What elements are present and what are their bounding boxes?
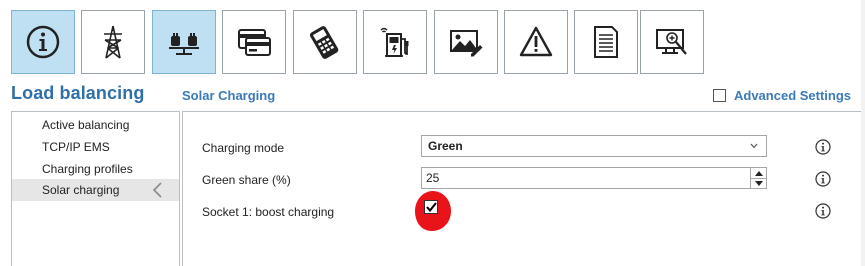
chevron-down-icon [750,143,758,149]
annotation-highlight [411,188,455,234]
diagnostics-icon [656,29,687,55]
display-image-button[interactable] [434,10,498,74]
logs-button[interactable] [574,10,638,74]
info-icon[interactable] [815,203,831,219]
sidebar-item-charging-profiles[interactable]: Charging profiles [12,158,179,180]
sidebar-item-active-balancing[interactable]: Active balancing [12,114,179,136]
advanced-settings-label: Advanced Settings [734,88,852,103]
charging-mode-value: Green [428,139,463,153]
power-pylon-icon [104,25,122,59]
card-reader-icon [238,29,271,56]
section-title: Load balancing [11,83,145,103]
charging-mode-select[interactable]: Green [421,135,767,157]
caret-up-icon [754,170,763,176]
advanced-settings-toggle[interactable]: Advanced Settings [713,88,851,103]
settings-panel: Charging mode Green Green share (%) 25 S… [182,111,864,266]
green-share-value: 25 [426,171,440,185]
charging-mode-label: Charging mode [202,141,285,155]
stepper-up-button[interactable] [751,168,766,178]
chevron-left-icon [152,182,162,198]
document-icon [594,26,618,58]
power-grid-button[interactable] [81,10,145,74]
sidebar-item-label: Active balancing [42,118,130,132]
page-title: Solar Charging [182,88,276,103]
boost-charging-checkbox[interactable] [424,200,438,214]
sidebar-item-label: Charging profiles [42,162,133,176]
checkmark-icon [425,202,437,212]
caret-down-icon [754,181,763,186]
charging-station-icon [380,27,409,57]
diagnostics-button[interactable] [640,10,704,74]
sidebar-item-label: Solar charging [42,183,120,197]
sidebar-item-label: TCP/IP EMS [42,140,110,154]
warnings-button[interactable] [504,10,568,74]
charging-station-button[interactable] [363,10,427,74]
sidebar-item-tcp-ip-ems[interactable]: TCP/IP EMS [12,136,179,158]
window-edge [861,0,865,266]
payment-terminal-button[interactable] [293,10,357,74]
stepper-down-button[interactable] [751,178,766,188]
info-icon [26,25,60,59]
payment-terminal-icon [309,26,339,59]
info-button[interactable] [11,10,75,74]
advanced-settings-checkbox[interactable] [713,89,726,102]
sidebar-nav: Active balancing TCP/IP EMS Charging pro… [11,111,180,266]
warning-icon [519,26,553,57]
sidebar-item-solar-charging[interactable]: Solar charging [12,179,179,201]
load-balancing-button[interactable] [152,10,216,74]
boost-charging-label: Socket 1: boost charging [202,205,335,219]
green-share-label: Green share (%) [202,173,291,187]
info-icon[interactable] [815,171,831,187]
green-share-stepper[interactable] [750,168,766,188]
image-edit-icon [450,30,483,57]
info-icon[interactable] [815,139,831,155]
green-share-input[interactable]: 25 [421,167,767,189]
card-reader-button[interactable] [222,10,286,74]
load-balance-icon [169,33,199,55]
